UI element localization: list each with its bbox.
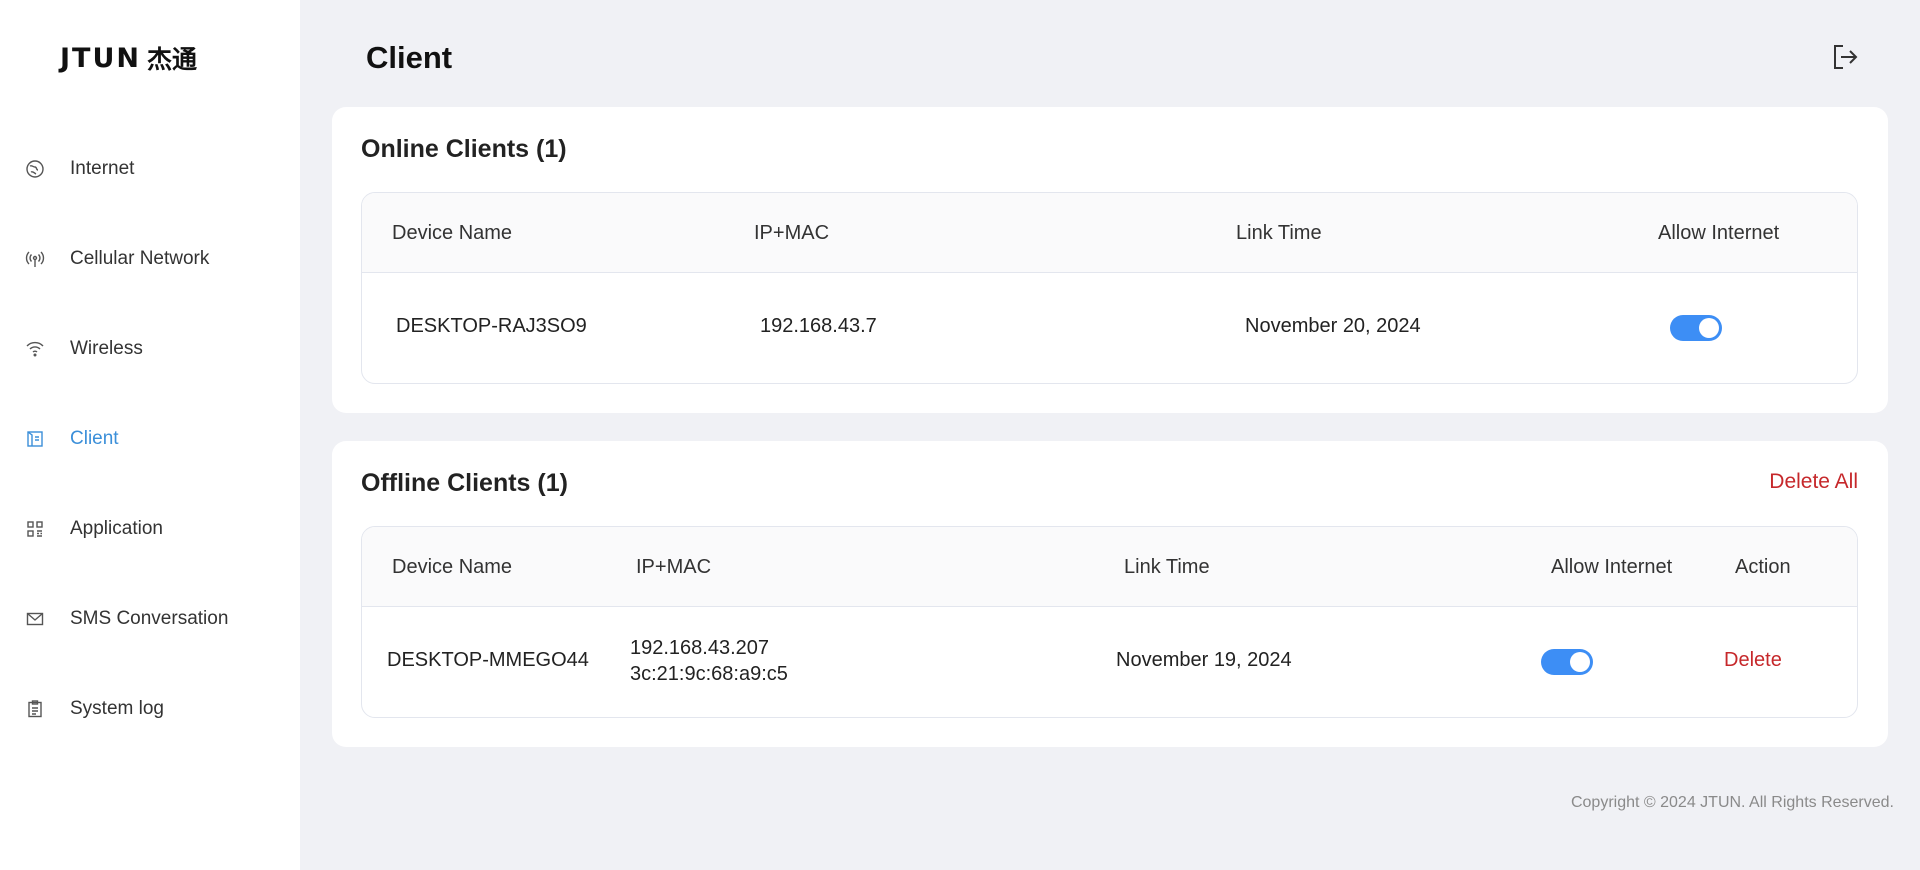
column-ip-mac: IP+MAC	[754, 222, 830, 244]
logo-cjk-text: 杰通	[146, 45, 197, 74]
allow-internet-toggle[interactable]	[1541, 649, 1593, 675]
sidebar-item-label: Application	[70, 518, 163, 539]
column-allow-internet: Allow Internet	[1551, 556, 1673, 578]
envelope-icon	[24, 608, 46, 630]
column-allow-internet: Allow Internet	[1658, 222, 1780, 244]
sidebar: JTUN 杰通 Internet Cellular Network Wirele…	[0, 0, 300, 870]
page-title: Client	[366, 40, 453, 75]
offline-clients-table: Device Name IP+MAC Link Time Allow Inter…	[361, 526, 1858, 718]
sidebar-item-client[interactable]: Client	[0, 394, 300, 484]
logout-button[interactable]	[1830, 42, 1860, 72]
device-name: DESKTOP-RAJ3SO9	[396, 315, 587, 337]
table-row: DESKTOP-RAJ3SO9 192.168.43.7 November 20…	[362, 273, 1857, 383]
column-link-time: Link Time	[1124, 556, 1210, 578]
clipboard-log-icon	[24, 698, 46, 720]
copyright-text: Copyright © 2024 JTUN. All Rights Reserv…	[1570, 794, 1894, 811]
sidebar-item-label: Cellular Network	[70, 248, 210, 269]
sidebar-item-label: Wireless	[70, 338, 143, 359]
link-time: November 19, 2024	[1116, 649, 1292, 671]
sidebar-item-label: Client	[70, 428, 119, 449]
online-clients-title: Online Clients (1)	[361, 135, 567, 163]
logout-icon	[1834, 45, 1858, 69]
sidebar-item-label: Internet	[70, 158, 135, 179]
sidebar-item-system-log[interactable]: System log	[0, 664, 300, 754]
table-row: DESKTOP-MMEGO44 192.168.43.207 3c:21:9c:…	[362, 607, 1857, 717]
table-header: Device Name IP+MAC Link Time Allow Inter…	[362, 527, 1857, 607]
sidebar-item-label: System log	[70, 698, 164, 719]
offline-clients-card: Offline Clients (1) Delete All Device Na…	[332, 441, 1888, 747]
sidebar-item-wireless[interactable]: Wireless	[0, 304, 300, 394]
offline-clients-title: Offline Clients (1)	[361, 469, 568, 497]
sidebar-item-label: SMS Conversation	[70, 608, 229, 629]
column-link-time: Link Time	[1236, 222, 1322, 244]
online-clients-card: Online Clients (1) Device Name IP+MAC Li…	[332, 107, 1888, 413]
link-time: November 20, 2024	[1245, 315, 1421, 337]
ip-address: 192.168.43.207	[630, 637, 770, 659]
table-header: Device Name IP+MAC Link Time Allow Inter…	[362, 193, 1857, 273]
logo-latin-text: JTUN	[60, 42, 141, 74]
mac-address: 3c:21:9c:68:a9:c5	[630, 663, 788, 685]
sidebar-item-cellular-network[interactable]: Cellular Network	[0, 214, 300, 304]
sidebar-nav: Internet Cellular Network Wireless Clien…	[0, 124, 300, 754]
client-device-icon	[24, 428, 46, 450]
antenna-icon	[24, 248, 46, 270]
sidebar-item-sms-conversation[interactable]: SMS Conversation	[0, 574, 300, 664]
ip-address: 192.168.43.7	[760, 315, 877, 337]
column-device-name: Device Name	[392, 222, 513, 244]
brand-logo: JTUN 杰通	[60, 40, 197, 76]
sidebar-item-application[interactable]: Application	[0, 484, 300, 574]
allow-internet-toggle[interactable]	[1670, 315, 1722, 341]
grid-apps-icon	[24, 518, 46, 540]
sidebar-item-internet[interactable]: Internet	[0, 124, 300, 214]
globe-icon	[24, 158, 46, 180]
delete-all-button[interactable]: Delete All	[1769, 470, 1858, 494]
online-clients-table: Device Name IP+MAC Link Time Allow Inter…	[361, 192, 1858, 384]
device-name: DESKTOP-MMEGO44	[387, 649, 589, 671]
column-ip-mac: IP+MAC	[636, 556, 712, 578]
column-action: Action	[1735, 556, 1791, 578]
delete-client-button[interactable]: Delete	[1724, 649, 1782, 672]
column-device-name: Device Name	[392, 556, 513, 578]
wifi-icon	[24, 338, 46, 360]
